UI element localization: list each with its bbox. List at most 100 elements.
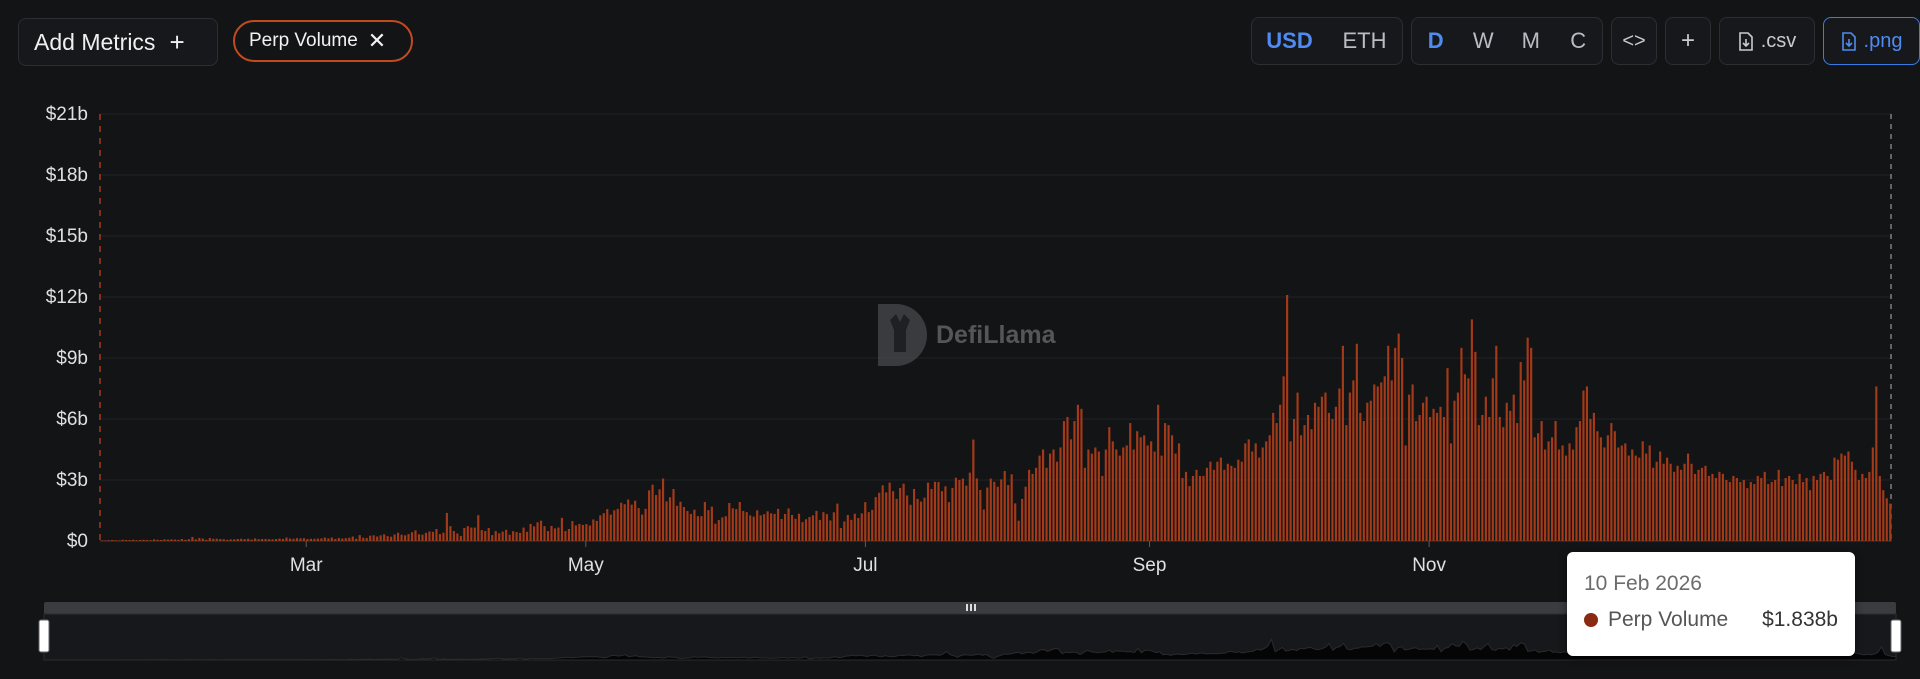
bar: [1484, 396, 1487, 541]
bar: [574, 525, 577, 541]
bar: [651, 484, 654, 541]
bar: [1557, 449, 1561, 541]
bar: [1059, 447, 1062, 541]
bar: [1268, 435, 1271, 541]
bar: [742, 510, 745, 541]
bar: [1850, 461, 1853, 541]
bar: [1428, 416, 1432, 541]
bar: [1115, 449, 1118, 541]
bar: [878, 492, 881, 541]
bar: [306, 538, 309, 541]
bar: [1463, 374, 1466, 541]
bar: [1341, 345, 1344, 541]
bar: [334, 538, 337, 541]
bar: [1631, 449, 1634, 541]
bar: [1882, 490, 1885, 541]
bar: [797, 513, 801, 541]
bar: [728, 502, 731, 541]
bar: [1387, 345, 1390, 541]
bar: [1279, 404, 1282, 541]
bar: [1686, 453, 1690, 541]
bar: [1561, 445, 1564, 541]
bar: [327, 538, 330, 541]
bar: [731, 508, 734, 541]
bar: [1781, 486, 1784, 541]
bar: [449, 526, 452, 541]
bar: [975, 478, 978, 541]
bar: [362, 537, 365, 541]
bar: [616, 508, 619, 541]
bar: [281, 538, 285, 541]
bar: [707, 510, 710, 541]
bar: [1272, 412, 1275, 541]
bar: [184, 539, 187, 541]
bar: [1143, 435, 1146, 541]
bar: [285, 537, 288, 541]
bar: [620, 502, 623, 541]
bar: [1676, 465, 1679, 541]
bar: [1446, 368, 1449, 541]
bar: [749, 515, 752, 541]
bar: [1735, 477, 1738, 541]
bar: [1247, 439, 1250, 541]
bar: [1223, 469, 1226, 541]
bar: [1596, 431, 1599, 541]
bar: [1376, 386, 1379, 541]
bar: [759, 515, 762, 541]
bar: [536, 522, 539, 541]
bar: [480, 530, 483, 541]
bar: [1275, 423, 1278, 541]
bar: [1599, 437, 1602, 541]
bar: [1871, 447, 1874, 541]
bar: [173, 539, 177, 541]
bar: [1655, 461, 1658, 541]
bar: [132, 539, 135, 541]
bar: [1432, 408, 1435, 541]
bar: [675, 505, 679, 541]
bar: [466, 526, 469, 541]
bar: [1418, 414, 1421, 541]
bar: [1348, 392, 1351, 541]
bar: [107, 540, 110, 541]
bar: [1718, 471, 1721, 541]
bar: [341, 538, 344, 541]
bar: [1129, 423, 1132, 541]
bar: [787, 508, 790, 541]
bar: [682, 507, 686, 541]
bar: [1024, 486, 1027, 541]
bar: [376, 536, 379, 541]
bar: [1784, 477, 1787, 541]
bar: [989, 478, 992, 541]
bar: [1770, 482, 1773, 541]
bar: [623, 504, 626, 541]
chart-tooltip: 10 Feb 2026 Perp Volume $1.838b: [1567, 552, 1855, 656]
bar: [222, 539, 225, 541]
bar: [1516, 423, 1519, 541]
bar: [114, 540, 117, 541]
bar: [1289, 441, 1292, 541]
bar: [313, 538, 316, 541]
bar: [355, 538, 358, 541]
bar: [1721, 473, 1724, 541]
bar: [885, 492, 888, 541]
bar: [641, 514, 644, 541]
bar: [606, 509, 609, 541]
bar: [710, 506, 713, 541]
brush-grip: [974, 604, 976, 611]
bar: [247, 538, 250, 541]
bar: [323, 537, 326, 541]
bar: [1711, 473, 1714, 541]
bar: [512, 531, 515, 541]
bar: [261, 538, 264, 541]
bar: [1864, 477, 1867, 541]
bar: [1760, 477, 1763, 541]
bar: [1303, 425, 1306, 541]
bar: [853, 513, 856, 541]
bar: [1401, 358, 1404, 541]
bar: [1118, 455, 1121, 541]
bar: [1442, 416, 1446, 541]
bar: [818, 519, 822, 541]
bar: [752, 516, 755, 541]
bar: [1582, 390, 1585, 541]
bar: [1575, 427, 1578, 541]
